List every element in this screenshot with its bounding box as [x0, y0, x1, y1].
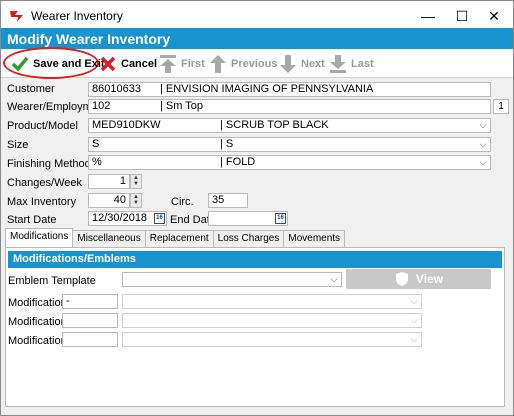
close-button[interactable]: ✕: [477, 1, 511, 31]
changes-input[interactable]: 1: [88, 174, 130, 189]
circ-label: Circ.: [171, 196, 194, 208]
finishing-label: Finishing Method: [7, 158, 91, 170]
mod3-combo[interactable]: ⌵: [122, 332, 422, 347]
view-label: View: [415, 272, 444, 286]
app-logo-icon: [10, 11, 23, 22]
mod2-code-input[interactable]: [62, 313, 118, 328]
wearer-field[interactable]: 102 | Sm Top: [88, 99, 491, 114]
finishing-name: | FOLD: [220, 156, 256, 168]
next-button[interactable]: Next: [279, 53, 325, 75]
mod1-combo[interactable]: ⌵: [122, 294, 422, 309]
changes-label: Changes/Week: [7, 177, 83, 189]
first-arrow-icon: [160, 55, 176, 73]
last-label: Last: [351, 58, 374, 70]
tab-bar: Modifications Miscellaneous Replacement …: [5, 228, 346, 247]
cancel-button[interactable]: Cancel: [99, 53, 157, 75]
wearer-count-button[interactable]: 1: [493, 99, 509, 114]
save-exit-label: Save and Exit: [33, 58, 105, 70]
size-value: S: [92, 138, 100, 150]
first-label: First: [181, 58, 205, 70]
product-name: | SCRUB TOP BLACK: [220, 119, 329, 131]
shield-icon: [395, 272, 408, 286]
cancel-x-icon: [100, 56, 116, 72]
tab-miscellaneous[interactable]: Miscellaneous: [72, 230, 146, 247]
title-bar: Wearer Inventory — ☐ ✕: [1, 1, 513, 31]
window-title: Wearer Inventory: [31, 9, 123, 23]
tab-replacement[interactable]: Replacement: [144, 230, 214, 247]
chevron-down-icon[interactable]: ⌵: [409, 295, 419, 308]
spin-down-icon[interactable]: ▼: [131, 200, 141, 206]
mod2-combo[interactable]: ⌵: [122, 313, 422, 328]
customer-label: Customer: [7, 83, 55, 95]
wearer-inventory-window: Wearer Inventory — ☐ ✕ Modify Wearer Inv…: [0, 0, 514, 416]
checkmark-icon: [11, 56, 29, 72]
view-button[interactable]: View: [346, 269, 491, 289]
save-exit-button[interactable]: Save and Exit: [11, 53, 105, 75]
down-arrow-icon: [280, 55, 296, 73]
page-title: Modify Wearer Inventory: [1, 28, 513, 49]
product-combo[interactable]: MED910DKW | SCRUB TOP BLACK ⌵: [88, 118, 491, 133]
customer-name: | ENVISION IMAGING OF PENNSYLVANIA: [160, 83, 374, 95]
product-label: Product/Model: [7, 120, 78, 132]
circ-input[interactable]: 35: [208, 193, 248, 208]
next-label: Next: [301, 58, 325, 70]
tab-loss-charges[interactable]: Loss Charges: [212, 230, 285, 247]
wearer-value: 102: [92, 100, 111, 112]
calendar-icon[interactable]: 16: [275, 213, 286, 224]
start-date-label: Start Date: [7, 214, 57, 226]
mod3-code-input[interactable]: [62, 332, 118, 347]
minimize-button[interactable]: —: [411, 1, 445, 31]
up-arrow-icon: [210, 55, 226, 73]
customer-value: 86010633: [92, 83, 141, 95]
cancel-label: Cancel: [121, 58, 158, 70]
spin-down-icon[interactable]: ▼: [131, 181, 141, 187]
emblem-label: Emblem Template: [8, 275, 96, 287]
start-date-value: 12/30/2018: [92, 212, 148, 224]
maxinv-label: Max Inventory: [7, 196, 77, 208]
maximize-button[interactable]: ☐: [445, 1, 479, 31]
chevron-down-icon[interactable]: ⌵: [478, 156, 488, 169]
maxinv-input[interactable]: 40: [88, 193, 130, 208]
wearer-name: | Sm Top: [160, 100, 204, 112]
chevron-down-icon[interactable]: ⌵: [478, 119, 488, 132]
product-value: MED910DKW: [92, 119, 161, 131]
maxinv-spinner[interactable]: ▲ ▼: [130, 193, 142, 208]
size-name: | S: [220, 138, 234, 150]
first-button[interactable]: First: [159, 53, 205, 75]
previous-label: Previous: [231, 58, 278, 70]
emblem-combo[interactable]: ⌵: [122, 272, 342, 287]
last-button[interactable]: Last: [329, 53, 374, 75]
size-label: Size: [7, 139, 29, 151]
chevron-down-icon[interactable]: ⌵: [409, 314, 419, 327]
last-arrow-icon: [330, 55, 346, 73]
chevron-down-icon[interactable]: ⌵: [409, 333, 419, 346]
calendar-icon[interactable]: 16: [154, 213, 165, 224]
finishing-value: %: [92, 156, 102, 168]
customer-field[interactable]: 86010633 | ENVISION IMAGING OF PENNSYLVA…: [88, 82, 491, 97]
finishing-combo[interactable]: % | FOLD ⌵: [88, 155, 491, 170]
changes-spinner[interactable]: ▲ ▼: [130, 174, 142, 189]
chevron-down-icon[interactable]: ⌵: [329, 273, 339, 286]
previous-button[interactable]: Previous: [209, 53, 277, 75]
chevron-down-icon[interactable]: ⌵: [478, 138, 488, 151]
size-combo[interactable]: S | S ⌵: [88, 137, 491, 152]
mod1-code-input[interactable]: -: [62, 294, 118, 309]
tab-movements[interactable]: Movements: [283, 230, 346, 247]
tab-modifications[interactable]: Modifications: [5, 228, 74, 247]
section-title: Modifications/Emblems: [8, 251, 502, 268]
toolbar: Save and Exit Cancel First Previous Next…: [1, 47, 513, 79]
